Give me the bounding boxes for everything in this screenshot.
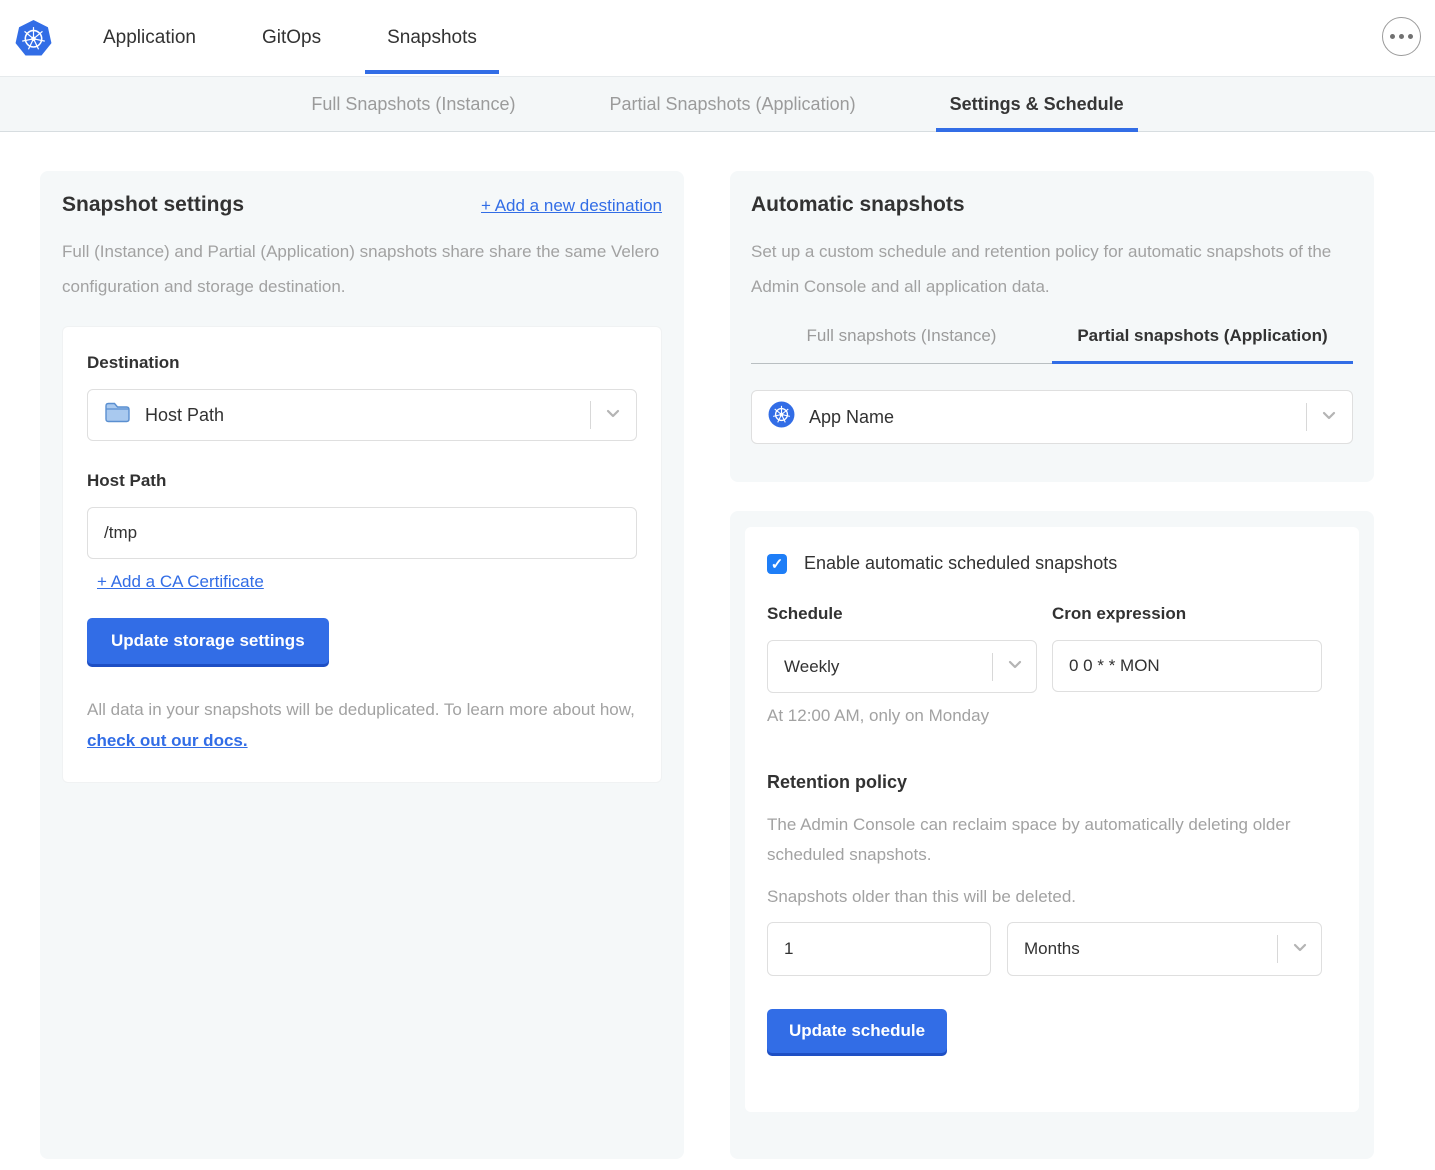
- docs-link[interactable]: check out our docs.: [87, 731, 248, 750]
- retention-hint: Snapshots older than this will be delete…: [767, 887, 1337, 907]
- automatic-snapshots-card: Automatic snapshots Set up a custom sche…: [730, 171, 1374, 482]
- destination-label: Destination: [87, 353, 637, 373]
- snapshot-settings-description: Full (Instance) and Partial (Application…: [62, 234, 662, 304]
- cron-human-readable: At 12:00 AM, only on Monday: [767, 706, 1337, 726]
- subtab-settings-schedule[interactable]: Settings & Schedule: [936, 77, 1138, 131]
- subtab-full-snapshots[interactable]: Full Snapshots (Instance): [297, 77, 529, 131]
- cron-expression-input[interactable]: [1052, 640, 1322, 692]
- destination-value: Host Path: [145, 405, 590, 426]
- nav-item-snapshots[interactable]: Snapshots: [365, 0, 499, 76]
- snapshot-settings-title: Snapshot settings: [62, 193, 244, 217]
- retention-policy-description: The Admin Console can reclaim space by a…: [767, 810, 1337, 870]
- schedule-interval-value: Weekly: [784, 657, 992, 677]
- retention-value-input[interactable]: [767, 922, 991, 976]
- folder-icon: [104, 401, 131, 429]
- nav-item-application[interactable]: Application: [81, 0, 218, 76]
- update-storage-settings-button[interactable]: Update storage settings: [87, 618, 329, 664]
- dedup-note: All data in your snapshots will be dedup…: [87, 694, 637, 756]
- app-select-value: App Name: [809, 407, 1306, 428]
- top-nav: Application GitOps Snapshots: [0, 0, 1435, 76]
- retention-policy-title: Retention policy: [767, 772, 1337, 793]
- kubernetes-app-icon: [768, 401, 795, 433]
- cron-expression-label: Cron expression: [1052, 604, 1322, 624]
- overflow-menu-button[interactable]: [1382, 17, 1421, 56]
- host-path-input[interactable]: [87, 507, 637, 559]
- primary-nav: Application GitOps Snapshots: [81, 0, 499, 76]
- nav-item-gitops[interactable]: GitOps: [240, 0, 343, 76]
- kubernetes-logo: [0, 0, 81, 76]
- app-select[interactable]: App Name: [751, 390, 1353, 444]
- snapshot-settings-card: Snapshot settings + Add a new destinatio…: [40, 171, 684, 1159]
- storage-settings-form: Destination Host Path Host Path: [62, 326, 662, 783]
- schedule-form: Enable automatic scheduled snapshots Sch…: [745, 527, 1359, 1112]
- snapshot-type-tabs: Full snapshots (Instance) Partial snapsh…: [751, 326, 1353, 364]
- schedule-label: Schedule: [767, 604, 1037, 624]
- retention-unit-select[interactable]: Months: [1007, 922, 1322, 976]
- chevron-down-icon: [1320, 406, 1338, 429]
- update-schedule-button[interactable]: Update schedule: [767, 1009, 947, 1053]
- chevron-down-icon: [1006, 655, 1024, 678]
- add-ca-certificate-link[interactable]: + Add a CA Certificate: [97, 572, 264, 592]
- main-content: Snapshot settings + Add a new destinatio…: [0, 132, 1435, 1159]
- automatic-snapshots-description: Set up a custom schedule and retention p…: [751, 234, 1353, 304]
- ellipsis-icon: [1390, 34, 1395, 39]
- retention-unit-value: Months: [1024, 939, 1277, 959]
- chevron-down-icon: [604, 404, 622, 427]
- subtab-partial-snapshots[interactable]: Partial Snapshots (Application): [595, 77, 869, 131]
- destination-select[interactable]: Host Path: [87, 389, 637, 441]
- tab-partial-snapshots-application[interactable]: Partial snapshots (Application): [1052, 326, 1353, 364]
- enable-snapshots-checkbox[interactable]: [767, 554, 787, 574]
- automatic-snapshots-title: Automatic snapshots: [751, 193, 1353, 217]
- schedule-card: Enable automatic scheduled snapshots Sch…: [730, 511, 1374, 1159]
- tab-full-snapshots-instance[interactable]: Full snapshots (Instance): [751, 326, 1052, 364]
- snapshots-subnav: Full Snapshots (Instance) Partial Snapsh…: [0, 76, 1435, 132]
- chevron-down-icon: [1291, 938, 1309, 961]
- schedule-interval-select[interactable]: Weekly: [767, 640, 1037, 693]
- enable-snapshots-label: Enable automatic scheduled snapshots: [804, 553, 1117, 574]
- add-destination-link[interactable]: + Add a new destination: [481, 196, 662, 216]
- host-path-label: Host Path: [87, 471, 637, 491]
